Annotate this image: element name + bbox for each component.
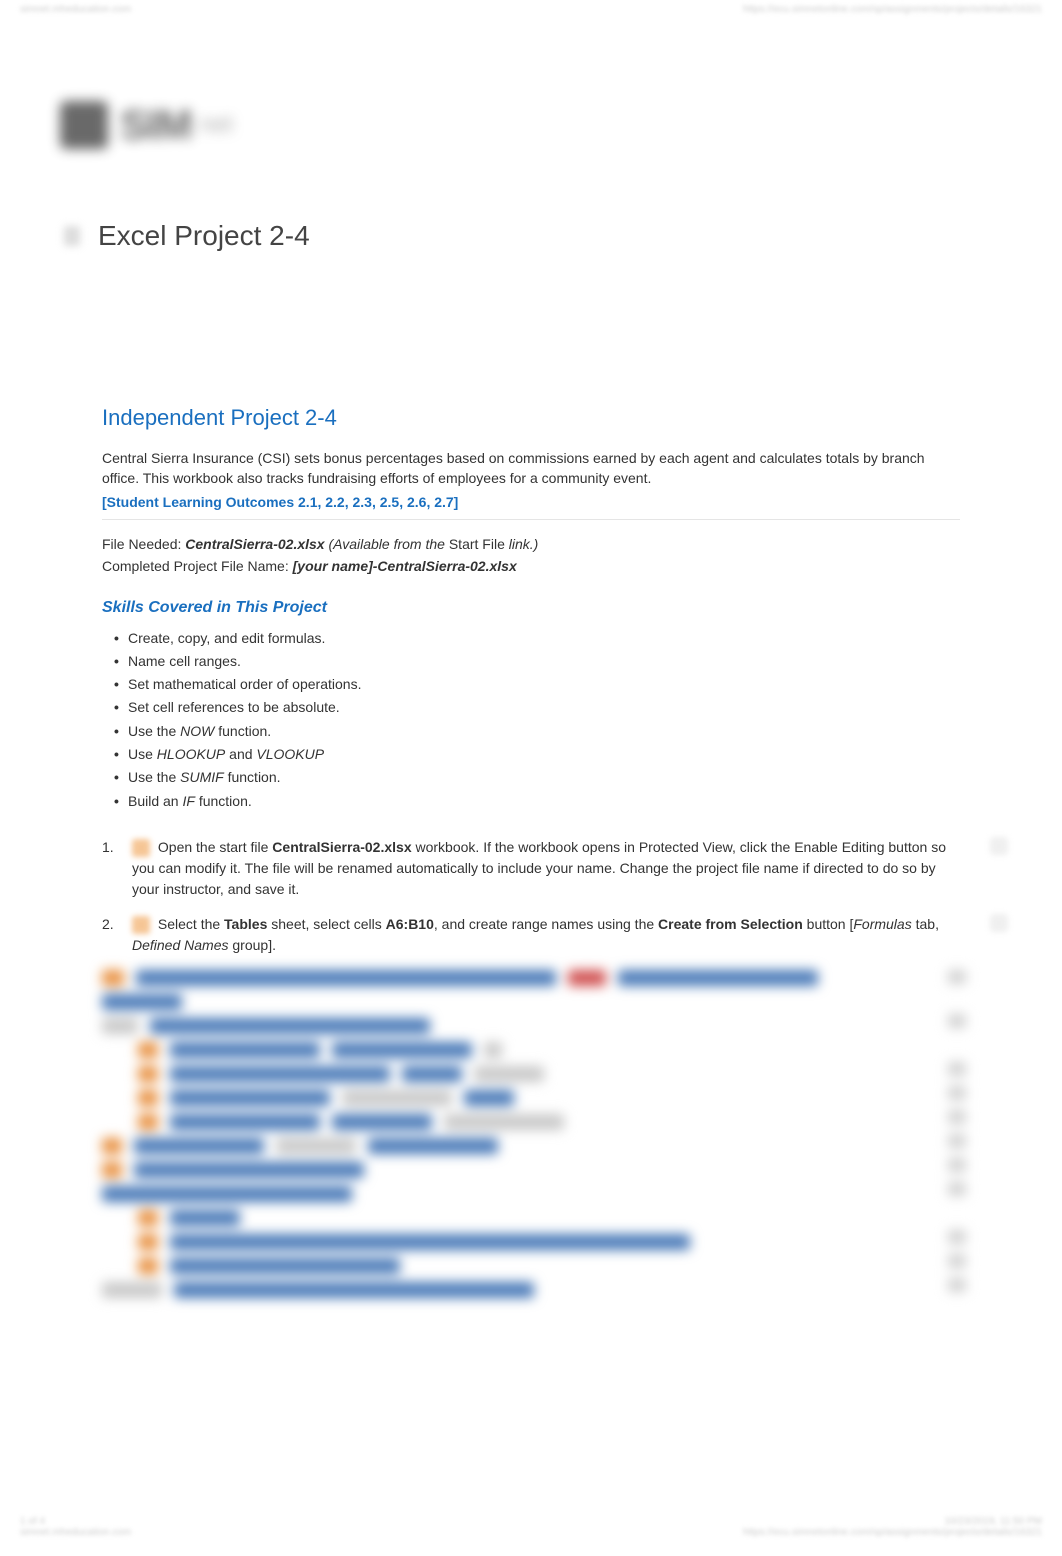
skill-mid: and <box>225 746 256 762</box>
project-heading: Independent Project 2-4 <box>102 402 960 434</box>
brand-logo: SIM net <box>60 90 1002 160</box>
start-file-link[interactable]: link.) <box>509 536 539 552</box>
skills-heading: Skills Covered in This Project <box>102 596 960 619</box>
content-body: Independent Project 2-4 Central Sierra I… <box>102 402 960 1298</box>
skill-prefix: Build an <box>128 793 182 809</box>
step-bold: A6:B10 <box>386 916 434 932</box>
header-right: https://ecu.simnetonline.com/sp/assignme… <box>743 4 1042 20</box>
skill-func: HLOOKUP <box>157 746 225 762</box>
step-text: Open the start file <box>158 839 272 855</box>
divider <box>102 519 960 520</box>
logo-mark-icon <box>60 101 108 149</box>
side-tag-icon <box>990 914 1008 932</box>
completed-file-line: Completed Project File Name: [your name]… <box>102 556 960 576</box>
help-icon[interactable] <box>132 916 150 934</box>
step-bold: Create from Selection <box>658 916 803 932</box>
steps-list: Open the start file CentralSierra-02.xls… <box>102 837 960 956</box>
step-bold: Tables <box>224 916 267 932</box>
skill-prefix: Use the <box>128 723 180 739</box>
skill-func: NOW <box>180 723 214 739</box>
skill-suffix: function. <box>214 723 271 739</box>
document-title: Excel Project 2-4 <box>98 220 310 252</box>
project-intro: Central Sierra Insurance (CSI) sets bonu… <box>102 448 960 489</box>
logo-text: SIM <box>120 101 192 149</box>
skill-item: Build an IF function. <box>114 791 960 811</box>
step-italic: Formulas <box>853 916 911 932</box>
document-title-row: Excel Project 2-4 <box>60 220 1002 252</box>
step-text: tab, <box>912 916 939 932</box>
skills-list: Create, copy, and edit formulas. Name ce… <box>114 628 960 811</box>
footer-bar: 1 of 4 simnet.mheducation.com 10/23/2019… <box>20 1516 1042 1538</box>
skill-item: Create, copy, and edit formulas. <box>114 628 960 648</box>
step-bold: CentralSierra-02.xlsx <box>272 839 411 855</box>
file-needed-label: File Needed: <box>102 536 181 552</box>
skill-item: Use HLOOKUP and VLOOKUP <box>114 744 960 764</box>
step-italic: Defined Names <box>132 937 229 953</box>
skill-item: Use the NOW function. <box>114 721 960 741</box>
page-container: SIM net Excel Project 2-4 Independent Pr… <box>0 0 1062 1298</box>
skill-text: Set cell references to be absolute. <box>128 699 340 715</box>
skill-suffix: function. <box>224 769 281 785</box>
completed-label: Completed Project File Name: <box>102 558 289 574</box>
step-text: sheet, select cells <box>267 916 385 932</box>
footer-url: https://ecu.simnetonline.com/sp/assignme… <box>743 1527 1042 1538</box>
footer-domain: simnet.mheducation.com <box>20 1527 131 1538</box>
skill-text: Create, copy, and edit formulas. <box>128 630 325 646</box>
step-text: Select the <box>158 916 224 932</box>
step-text: button [ <box>803 916 854 932</box>
file-needed-name: CentralSierra-02.xlsx <box>185 536 324 552</box>
step-text: , and create range names using the <box>434 916 658 932</box>
document-icon <box>60 224 84 248</box>
skill-func2: VLOOKUP <box>256 746 324 762</box>
skill-prefix: Use <box>128 746 157 762</box>
help-icon[interactable] <box>132 839 150 857</box>
skill-item: Set mathematical order of operations. <box>114 674 960 694</box>
footer-right: 10/23/2019, 11:50 PM https://ecu.simneto… <box>743 1516 1042 1538</box>
completed-name: [your name]-CentralSierra-02.xlsx <box>293 558 517 574</box>
skill-item: Name cell ranges. <box>114 651 960 671</box>
skill-item: Set cell references to be absolute. <box>114 697 960 717</box>
skill-item: Use the SUMIF function. <box>114 767 960 787</box>
step-text: group]. <box>229 937 276 953</box>
skill-text: Set mathematical order of operations. <box>128 676 361 692</box>
obscured-content <box>102 970 960 1298</box>
footer-page: 1 of 4 <box>20 1516 131 1527</box>
file-needed-line: File Needed: CentralSierra-02.xlsx (Avai… <box>102 534 960 554</box>
header-small-bar: simnet.mheducation.com https://ecu.simne… <box>0 0 1062 24</box>
skill-prefix: Use the <box>128 769 180 785</box>
skill-func: SUMIF <box>180 769 224 785</box>
footer-left: 1 of 4 simnet.mheducation.com <box>20 1516 131 1538</box>
header-left: simnet.mheducation.com <box>20 4 131 20</box>
skill-text: Name cell ranges. <box>128 653 241 669</box>
footer-timestamp: 10/23/2019, 11:50 PM <box>743 1516 1042 1527</box>
side-tag-icon <box>990 837 1008 855</box>
skill-func: IF <box>182 793 194 809</box>
file-needed-start: Start File <box>449 536 505 552</box>
learning-outcomes: [Student Learning Outcomes 2.1, 2.2, 2.3… <box>102 492 960 512</box>
step-item: Open the start file CentralSierra-02.xls… <box>102 837 960 900</box>
logo-suffix: net <box>200 111 233 139</box>
skill-suffix: function. <box>195 793 252 809</box>
file-needed-avail: (Available from the <box>328 536 448 552</box>
step-item: Select the Tables sheet, select cells A6… <box>102 914 960 956</box>
